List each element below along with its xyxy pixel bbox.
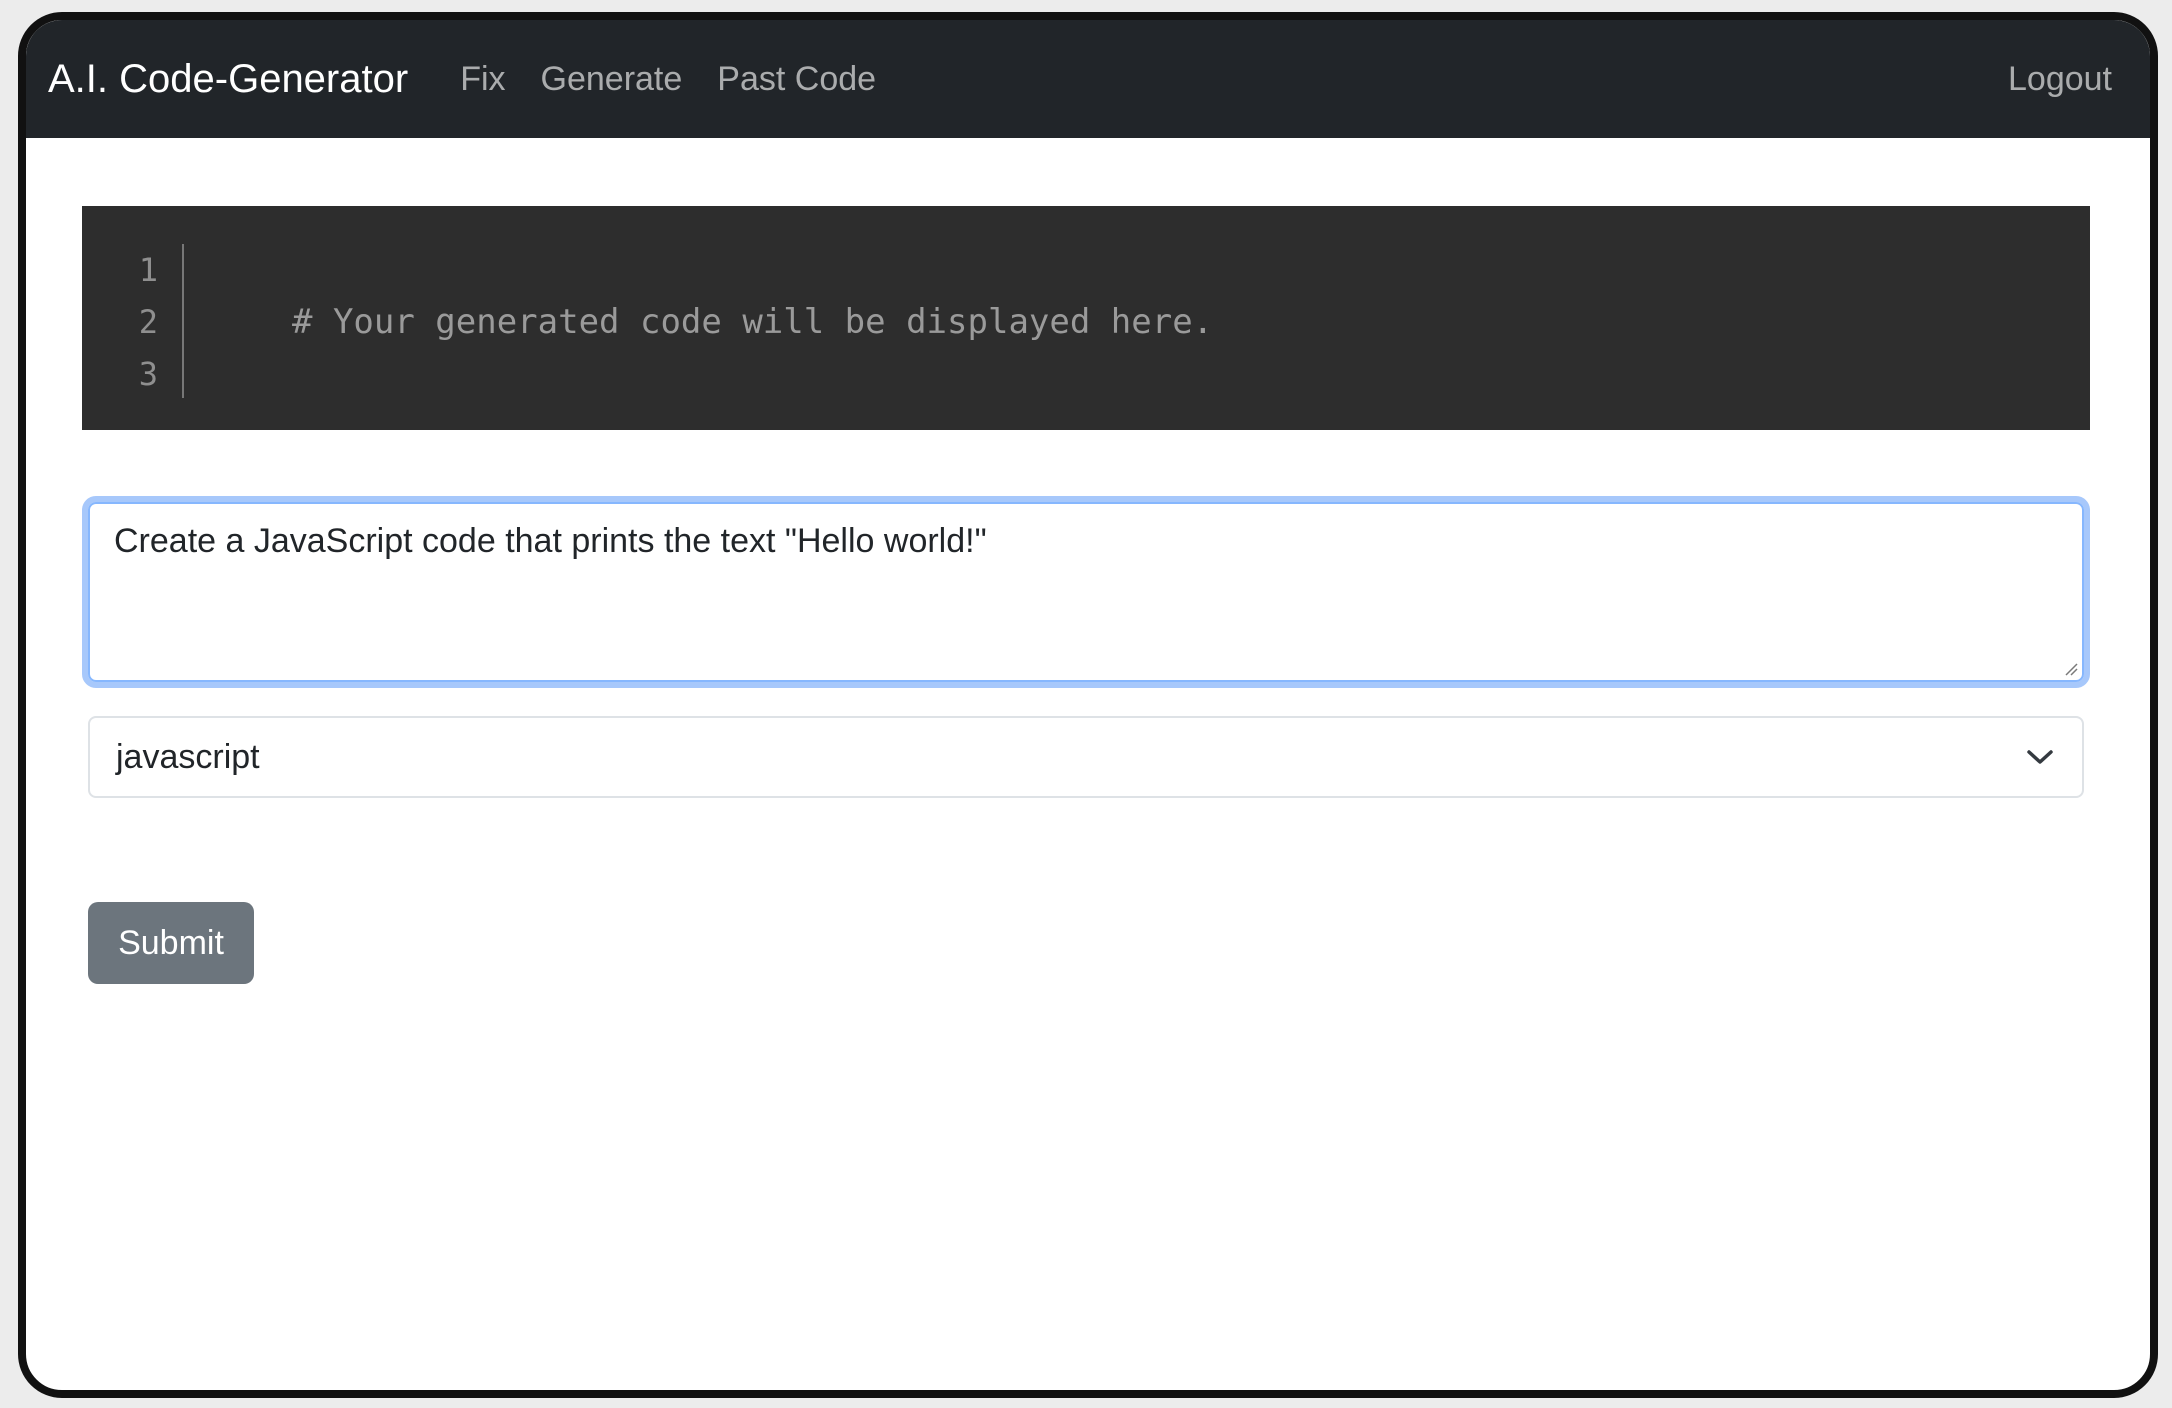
main-content: 1 2 3 # Your generated code will be disp… xyxy=(26,138,2150,984)
language-select-value: javascript xyxy=(116,737,260,776)
line-number-gutter: 1 2 3 xyxy=(82,244,184,398)
code-output-editor[interactable]: 1 2 3 # Your generated code will be disp… xyxy=(82,206,2090,430)
prompt-textarea[interactable] xyxy=(88,502,2084,682)
line-number: 3 xyxy=(138,355,158,393)
nav-link-fix[interactable]: Fix xyxy=(460,60,505,99)
code-line: # Your generated code will be displayed … xyxy=(292,302,1214,342)
prompt-focus-ring xyxy=(82,496,2090,688)
nav-links: Fix Generate Past Code xyxy=(460,60,911,99)
top-navbar: A.I. Code-Generator Fix Generate Past Co… xyxy=(26,20,2150,138)
line-number: 2 xyxy=(138,303,158,341)
line-number: 1 xyxy=(138,251,158,289)
brand-title[interactable]: A.I. Code-Generator xyxy=(48,57,408,102)
chevron-down-icon xyxy=(2027,750,2053,764)
logout-link[interactable]: Logout xyxy=(2008,60,2112,99)
app-window: A.I. Code-Generator Fix Generate Past Co… xyxy=(18,12,2158,1398)
code-text-area: # Your generated code will be displayed … xyxy=(184,244,2090,430)
submit-button[interactable]: Submit xyxy=(88,902,254,984)
language-select[interactable]: javascript xyxy=(88,716,2084,798)
nav-link-generate[interactable]: Generate xyxy=(541,60,683,99)
resize-grip-icon[interactable] xyxy=(2062,660,2078,676)
nav-link-past-code[interactable]: Past Code xyxy=(717,60,876,99)
